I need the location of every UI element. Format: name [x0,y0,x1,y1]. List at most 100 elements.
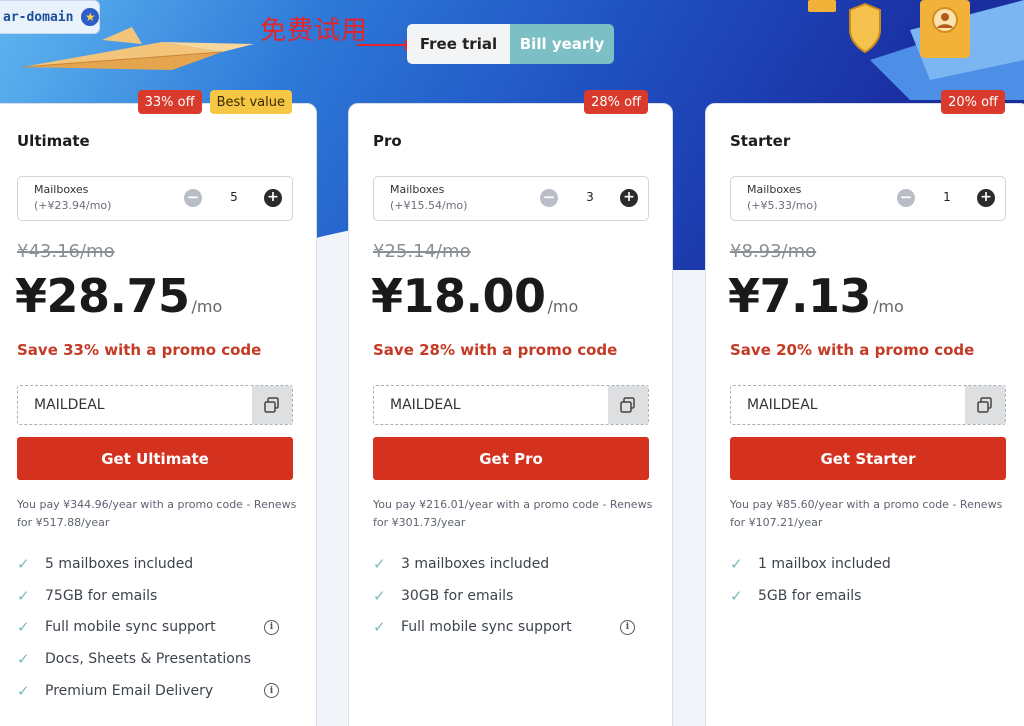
feature-text: 5GB for emails [758,587,862,604]
check-icon: ✓ [17,618,30,637]
payment-note: You pay ¥216.01/year with a promo code -… [373,498,653,529]
feature-list: ✓ 3 mailboxes included ✓ 30GB for emails ✓… [373,548,653,643]
price-row: ¥28.75 /mo [15,269,222,323]
mailbox-quantity-stepper: Mailboxes (+¥5.33/mo) − 1 + [730,176,1006,221]
bill-yearly-option[interactable]: Bill yearly [510,24,614,64]
feature-text: Full mobile sync support [45,619,216,636]
badge-group: 28% off [584,90,648,114]
payment-note: You pay ¥85.60/year with a promo code - … [730,498,1003,529]
price-period: /mo [191,297,223,316]
price-period: /mo [873,297,904,316]
badge-group: 33% off Best value [137,90,292,114]
check-icon: ✓ [373,554,386,573]
check-icon: ✓ [17,649,30,668]
quantity-value[interactable]: 5 [216,190,252,204]
mailbox-quantity-stepper: Mailboxes (+¥15.54/mo) − 3 + [373,176,649,221]
feature-item: ✓ 1 mailbox included [730,548,1010,580]
security-laptop-illustration [808,0,1024,100]
plan-card-pro: 28% off Pro Mailboxes (+¥15.54/mo) − 3 +… [348,90,673,726]
increase-button[interactable]: + [264,189,282,207]
copy-code-button[interactable] [965,386,1005,424]
promo-code: MAILDEAL [34,397,105,413]
feature-text: 30GB for emails [401,587,514,604]
current-price: ¥7.13 [728,269,872,323]
copy-code-button[interactable] [252,386,292,424]
promo-savings-text: Save 33% with a promo code [17,341,262,359]
feature-item: ✓ 5 mailboxes included [17,548,297,580]
info-icon[interactable]: i [264,619,279,635]
badge-group: 20% off [941,90,1005,114]
feature-text: Premium Email Delivery [45,682,214,699]
promo-code: MAILDEAL [390,397,461,413]
feature-text: 5 mailboxes included [45,555,194,572]
current-price: ¥28.75 [15,269,190,323]
feature-item: ✓ Full mobile sync support i [373,611,653,643]
quantity-value[interactable]: 1 [929,190,965,204]
annotation-arrow-icon [357,39,415,51]
mailbox-quantity-stepper: Mailboxes (+¥23.94/mo) − 5 + [17,176,293,221]
copy-icon [977,397,992,413]
price-row: ¥18.00 /mo [371,269,578,323]
decrease-button[interactable]: − [184,189,202,207]
decrease-button[interactable]: − [540,189,558,207]
current-price: ¥18.00 [371,269,546,323]
original-price: ¥8.93/mo [730,241,817,262]
check-icon: ✓ [730,586,743,605]
feature-item: ✓ 30GB for emails [373,580,653,612]
feature-text: Docs, Sheets & Presentations [45,650,252,667]
feature-list: ✓ 5 mailboxes included ✓ 75GB for emails ✓… [17,548,297,706]
copy-code-button[interactable] [608,386,648,424]
copy-icon [264,397,279,413]
get-ultimate-button[interactable]: Get Ultimate [17,437,293,480]
get-starter-button[interactable]: Get Starter [730,437,1006,480]
feature-item: ✓ 5GB for emails [730,580,1010,612]
check-icon: ✓ [17,681,30,700]
check-icon: ✓ [373,618,386,637]
feature-item: ✓ 75GB for emails [17,580,297,612]
feature-text: 75GB for emails [45,587,158,604]
check-icon: ✓ [17,554,30,573]
feature-item: ✓ Premium Email Delivery i [17,675,297,707]
check-icon: ✓ [730,554,743,573]
mailboxes-label: Mailboxes [34,183,89,196]
plan-card-ultimate: 33% off Best value Ultimate Mailboxes (+… [0,90,317,726]
increase-button[interactable]: + [977,189,995,207]
promo-code-box: MAILDEAL [373,385,649,425]
price-period: /mo [547,297,579,316]
feature-item: ✓ Full mobile sync support i [17,611,297,643]
price-row: ¥7.13 /mo [728,269,904,323]
feature-text: Full mobile sync support [401,619,572,636]
copy-icon [620,397,635,413]
original-price: ¥25.14/mo [373,241,471,262]
mailbox-price: (+¥5.33/mo) [747,199,818,212]
get-pro-button[interactable]: Get Pro [373,437,649,480]
free-trial-option[interactable]: Free trial [407,24,510,64]
free-trial-annotation: 免费试用 [260,16,369,46]
discount-badge: 33% off [137,90,202,114]
plan-name: Starter [730,132,791,150]
promo-savings-text: Save 28% with a promo code [373,341,618,359]
mailbox-price: (+¥23.94/mo) [34,199,112,212]
plan-card-starter: 20% off Starter Mailboxes (+¥5.33/mo) − … [705,90,1024,726]
promo-code-box: MAILDEAL [730,385,1006,425]
quantity-value[interactable]: 3 [572,190,608,204]
plan-name: Pro [373,132,402,150]
promo-code: MAILDEAL [747,397,818,413]
feature-item: ✓ 3 mailboxes included [373,548,653,580]
check-icon: ✓ [373,586,386,605]
mailbox-price: (+¥15.54/mo) [390,199,468,212]
mailboxes-label: Mailboxes [747,183,802,196]
promo-code-box: MAILDEAL [17,385,293,425]
payment-note: You pay ¥344.96/year with a promo code -… [17,498,297,529]
feature-text: 1 mailbox included [758,555,891,572]
discount-badge: 20% off [941,90,1005,114]
best-value-badge: Best value [209,90,292,114]
mailboxes-label: Mailboxes [390,183,445,196]
info-icon[interactable]: i [620,619,635,635]
feature-item: ✓ Docs, Sheets & Presentations [17,643,297,675]
feature-list: ✓ 1 mailbox included ✓ 5GB for emails [730,548,1010,611]
info-icon[interactable]: i [264,683,279,699]
increase-button[interactable]: + [620,189,638,207]
feature-text: 3 mailboxes included [401,555,550,572]
decrease-button[interactable]: − [897,189,915,207]
